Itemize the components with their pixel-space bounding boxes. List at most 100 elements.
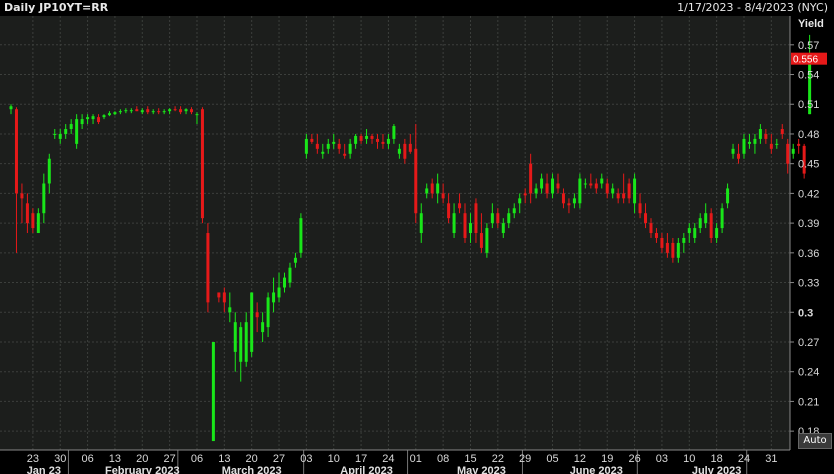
candle-body <box>343 153 347 156</box>
candle-body <box>594 183 598 189</box>
candle-body <box>764 133 768 139</box>
candle-body <box>742 138 746 154</box>
candle-body <box>529 163 533 194</box>
candle-body <box>534 188 538 194</box>
candle-body <box>113 112 117 115</box>
candle-body <box>47 158 51 184</box>
candle-body <box>255 312 259 318</box>
candle-body <box>217 292 221 298</box>
candle-body <box>638 203 642 214</box>
candle-up <box>250 292 254 357</box>
candle-body <box>523 193 527 196</box>
x-tick-label: 13 <box>109 453 121 465</box>
candle-body <box>578 178 582 204</box>
candle-body <box>283 277 286 288</box>
last-price-value: 0.556 <box>793 55 818 66</box>
candle-body <box>310 138 314 142</box>
candle-body <box>365 135 369 139</box>
candle-body <box>195 114 199 116</box>
candle-body <box>9 106 13 110</box>
y-tick-label: 0.39 <box>798 218 819 230</box>
candle-body <box>179 109 183 113</box>
chart-header: Daily JP10YT=RR 1/17/2023 - 8/4/2023 (NY… <box>0 0 834 16</box>
x-tick-label: 23 <box>27 453 39 465</box>
last-price-badge: 0.556 <box>791 52 827 66</box>
candle-body <box>375 138 379 142</box>
candle-body <box>671 242 675 258</box>
candle-body <box>53 133 57 135</box>
candle-up <box>791 143 795 159</box>
y-tick-label: 0.54 <box>798 70 819 82</box>
candle-body <box>304 138 308 154</box>
candle-body <box>496 213 500 224</box>
y-axis: Yield 0.57 0.54 0.51 0.48 0.45 0.42 0.39 0.36 0.… <box>789 16 824 450</box>
candle-body <box>386 138 390 144</box>
x-tick-label: 15 <box>464 453 476 465</box>
x-tick-label: 13 <box>218 453 230 465</box>
candle-body <box>124 110 128 112</box>
candle-body <box>572 198 576 204</box>
candle-body <box>518 198 522 204</box>
x-tick-label: 03 <box>656 453 668 465</box>
candle-body <box>80 119 84 125</box>
x-tick-label: 03 <box>300 453 312 465</box>
candle-body <box>135 109 139 112</box>
candle-body <box>436 183 440 194</box>
instrument-title: Daily JP10YT=RR <box>4 1 109 14</box>
y-tick-label: 0.24 <box>798 367 819 379</box>
candle-body <box>370 135 374 139</box>
candle-up <box>211 341 215 442</box>
candle-body <box>239 327 243 362</box>
x-axis: 23 30 06 13 20 27 06 13 20 27 03 10 17 24 01 08 15 22 29 05… <box>0 449 790 474</box>
candle-up <box>75 114 79 149</box>
candle-body <box>682 237 686 243</box>
candle-body <box>747 141 751 144</box>
x-tick-label: 10 <box>328 453 340 465</box>
x-tick-label: 01 <box>410 453 422 465</box>
candle-body <box>419 213 423 234</box>
candle-body <box>211 341 215 442</box>
candle-body <box>69 124 73 130</box>
y-tick-label: 0.48 <box>798 129 819 141</box>
candle-body <box>151 111 155 113</box>
candle-body <box>200 109 204 219</box>
x-month-label: March 2023 <box>222 465 282 474</box>
candle-body <box>397 148 401 154</box>
candle-body <box>75 119 79 144</box>
y-tick-label: 0.33 <box>798 278 819 290</box>
candle-body <box>64 129 68 134</box>
candle-body <box>146 109 150 113</box>
candle-body <box>485 228 489 253</box>
x-tick-label: 30 <box>54 453 66 465</box>
candle-body <box>381 141 385 144</box>
candle-body <box>567 203 571 206</box>
candle-body <box>414 148 418 214</box>
candle-body <box>277 287 281 298</box>
candle-body <box>758 129 762 139</box>
candle-up <box>485 223 489 258</box>
y-tick-label: 0.36 <box>798 248 819 260</box>
candle-body <box>479 233 483 248</box>
candle-body <box>190 109 194 113</box>
candle-down <box>797 138 801 154</box>
candle-body <box>468 223 472 234</box>
candle-body <box>490 213 494 224</box>
x-month-label: April 2023 <box>340 465 393 474</box>
candle-body <box>168 109 172 112</box>
candle-body <box>753 138 757 144</box>
x-tick-label: 12 <box>574 453 586 465</box>
candle-body <box>463 213 467 238</box>
candle-body <box>42 183 46 214</box>
x-tick-label: 17 <box>355 453 367 465</box>
candle-body <box>332 141 336 144</box>
candle-body <box>222 292 226 303</box>
candle-body <box>173 109 177 111</box>
candle-body <box>14 109 18 194</box>
candle-body <box>693 228 697 238</box>
x-tick-label: 29 <box>519 453 531 465</box>
candle-body <box>36 213 40 234</box>
candle-body <box>326 143 330 149</box>
y-axis-title: Yield <box>798 18 824 30</box>
auto-scale-button[interactable]: Auto <box>798 433 832 449</box>
candle-body <box>25 203 29 224</box>
